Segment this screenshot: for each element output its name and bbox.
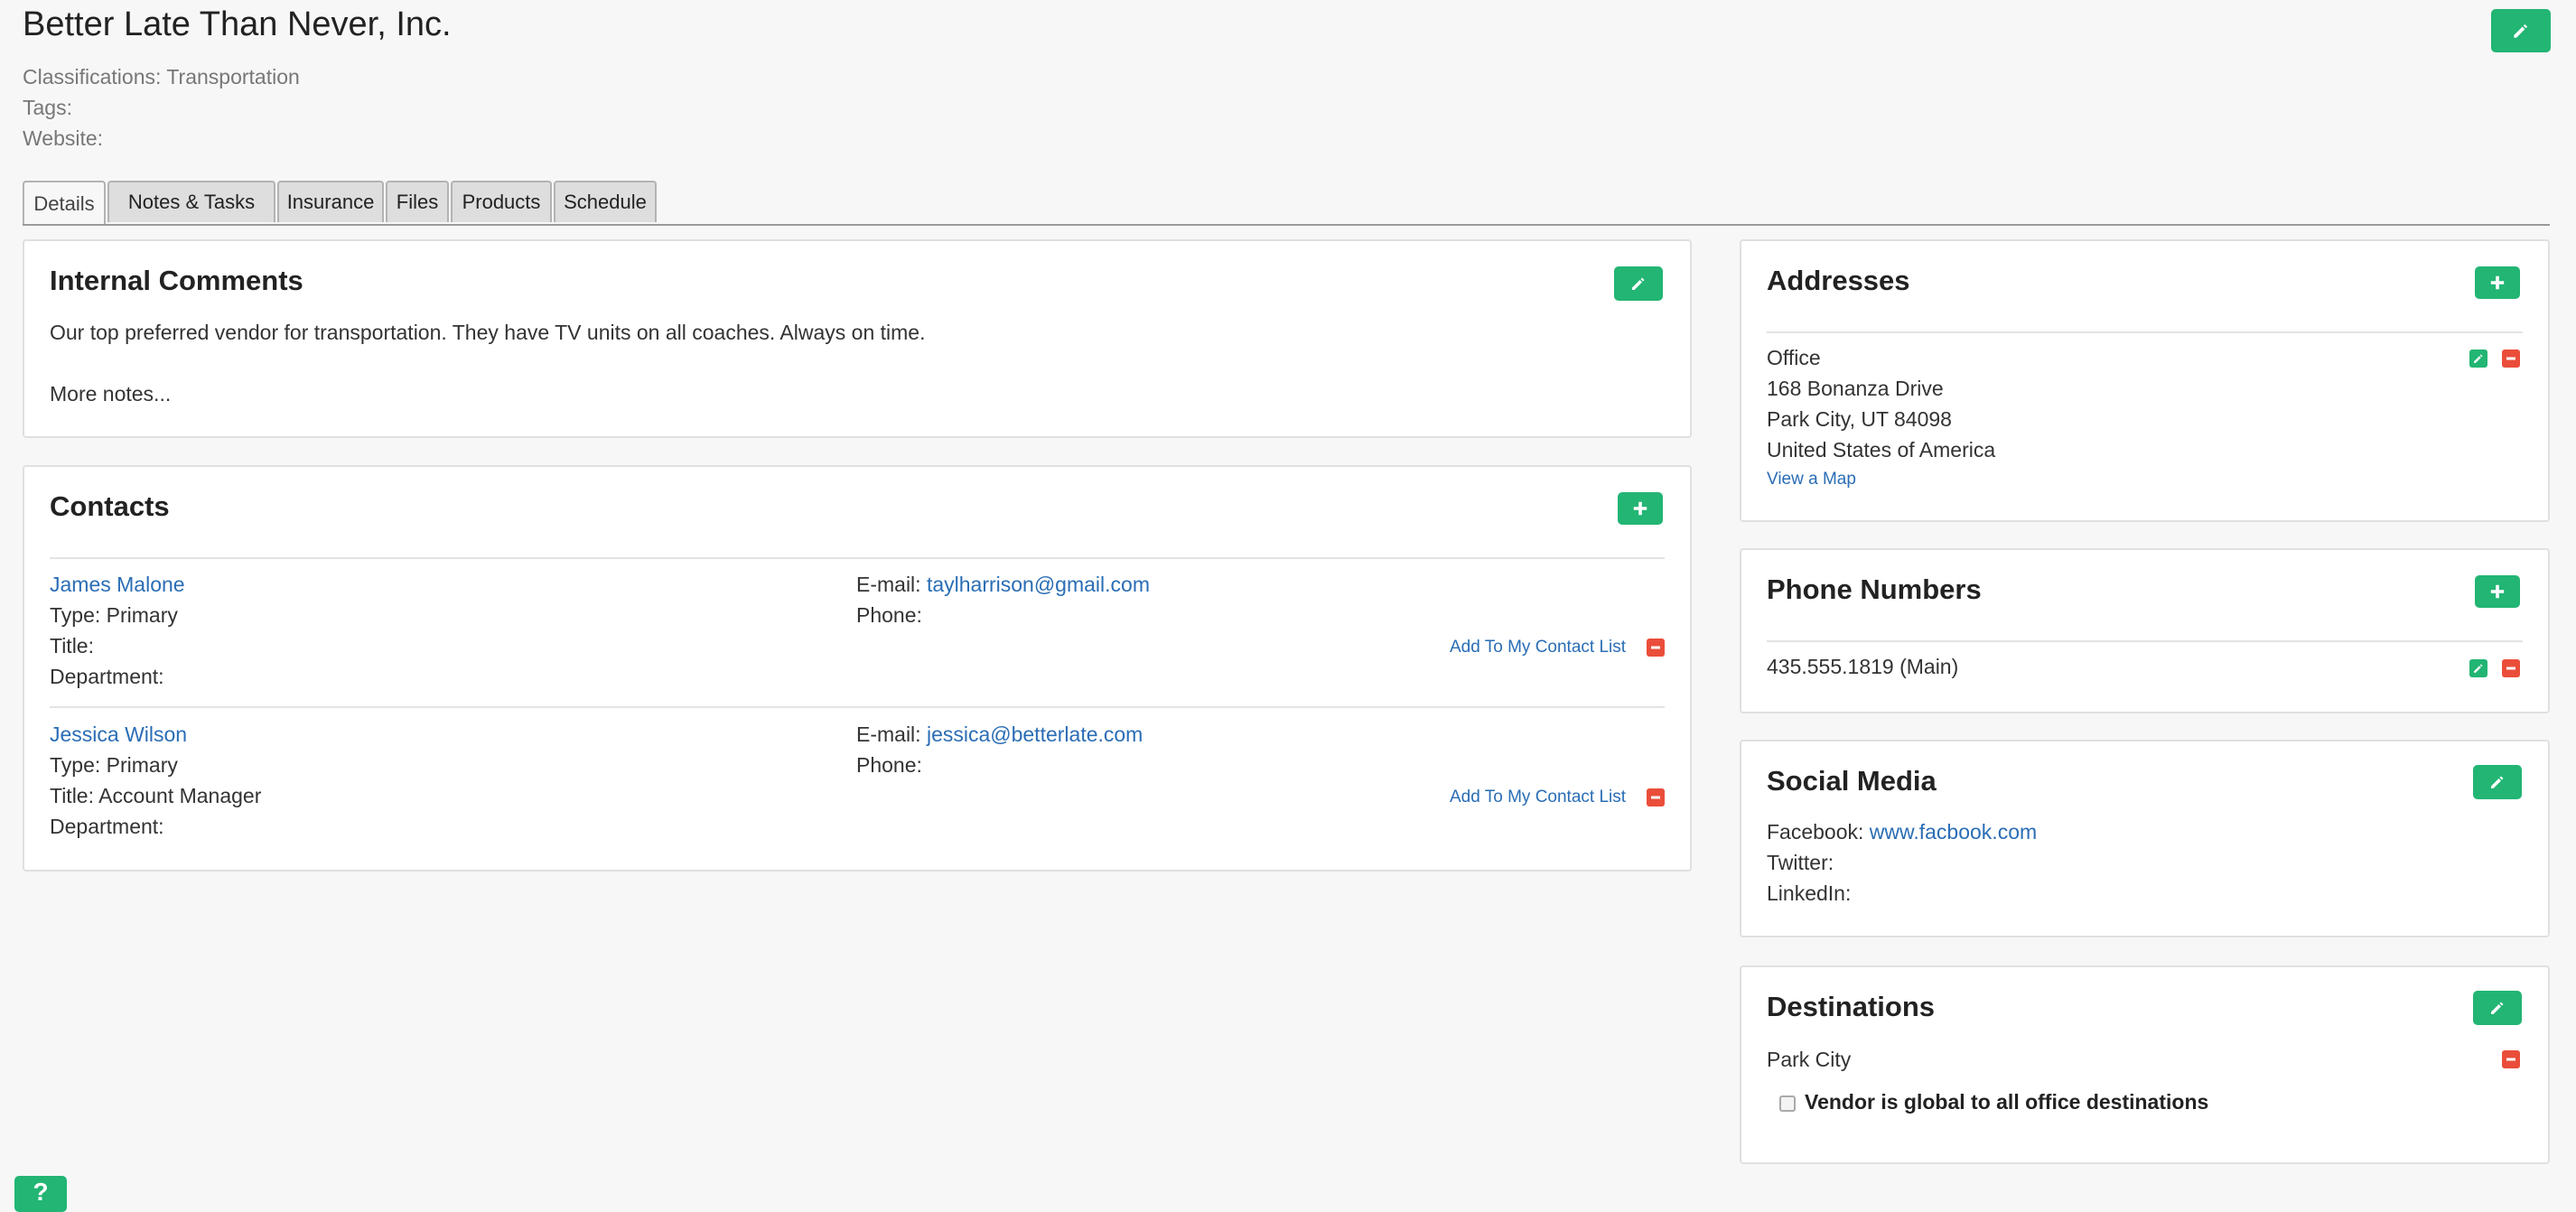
contact-title: Title: [50,634,94,657]
internal-comments-title: Internal Comments [50,265,303,296]
contact-type: Type: Primary [50,753,178,777]
contact-name-link[interactable]: James Malone [50,573,185,597]
pencil-icon [2491,1002,2504,1014]
add-contact-button[interactable] [1618,492,1663,525]
pencil-icon [1632,277,1645,290]
tab-divider [23,224,2550,226]
email-label: E-mail: [856,723,921,746]
contact-title: Title: Account Manager [50,784,262,807]
tab-schedule[interactable]: Schedule [554,181,657,222]
contact-email-link[interactable]: jessica@betterlate.com [927,723,1143,746]
facebook-label: Facebook: [1767,820,1864,844]
add-to-contact-list-link[interactable]: Add To My Contact List [1450,788,1626,807]
help-button[interactable]: ? [14,1176,67,1212]
contact-department: Department: [50,665,164,688]
remove-phone-button[interactable] [2502,659,2520,677]
global-vendor-checkbox[interactable] [1779,1095,1796,1112]
minus-icon [2506,357,2515,360]
page-title: Better Late Than Never, Inc. [23,5,452,43]
address-country: United States of America [1767,438,1996,461]
contacts-divider [50,557,1665,559]
minus-icon [2506,667,2515,670]
linkedin-label: LinkedIn: [1767,881,1852,905]
plus-icon [2490,584,2505,599]
internal-comments-panel: Internal Comments Our top preferred vend… [23,239,1692,438]
twitter-label: Twitter: [1767,851,1834,874]
contact-email-row: E-mail: taylharrison@gmail.com [856,573,1150,597]
pencil-icon [2474,664,2483,673]
plus-icon [1633,501,1647,516]
contact-name-link[interactable]: Jessica Wilson [50,723,187,747]
pencil-icon [2474,354,2483,363]
pencil-icon [2491,776,2504,788]
facebook-link[interactable]: www.facbook.com [1870,820,2037,844]
pencil-icon [2514,23,2528,38]
phones-divider [1767,640,2523,642]
destination-item: Park City [1767,1048,1852,1071]
phone-numbers-panel: Phone Numbers 435.555.1819 (Main) [1740,548,2550,713]
contact-type: Type: Primary [50,603,178,627]
tab-files[interactable]: Files [386,181,449,222]
contacts-title: Contacts [50,490,170,522]
edit-company-button[interactable] [2491,9,2551,52]
remove-destination-button[interactable] [2502,1050,2520,1068]
classifications-text: Classifications: Transportation [23,65,300,89]
addresses-divider [1767,331,2523,333]
global-vendor-label: Vendor is global to all office destinati… [1805,1090,2209,1114]
contact-department: Department: [50,815,164,838]
edit-phone-button[interactable] [2469,659,2487,677]
contact-phone-label: Phone: [856,603,922,627]
minus-icon [2506,1058,2515,1061]
contact-phone-label: Phone: [856,753,922,777]
remove-contact-button[interactable] [1647,639,1665,657]
tab-products[interactable]: Products [451,181,552,222]
edit-comments-button[interactable] [1614,266,1663,301]
destinations-panel: Destinations Park City Vendor is global … [1740,965,2550,1164]
email-label: E-mail: [856,573,921,596]
add-to-contact-list-link[interactable]: Add To My Contact List [1450,638,1626,657]
address-label: Office [1767,346,1821,369]
edit-address-button[interactable] [2469,350,2487,368]
comment-line-1: Our top preferred vendor for transportat… [50,321,926,344]
social-media-title: Social Media [1767,765,1937,797]
add-phone-button[interactable] [2475,575,2520,608]
website-text: Website: [23,126,104,150]
address-street: 168 Bonanza Drive [1767,377,1944,400]
add-address-button[interactable] [2475,266,2520,299]
tab-details[interactable]: Details [23,181,106,226]
contacts-panel: Contacts James Malone Type: Primary Titl… [23,465,1692,872]
edit-destinations-button[interactable] [2473,991,2522,1025]
edit-social-button[interactable] [2473,765,2522,799]
contact-separator [50,706,1665,708]
comment-line-2: More notes... [50,382,172,406]
view-map-link[interactable]: View a Map [1767,470,1856,489]
minus-icon [1651,796,1660,799]
address-city: Park City, UT 84098 [1767,407,1952,431]
minus-icon [1651,646,1660,649]
tags-text: Tags: [23,96,72,119]
contact-email-link[interactable]: taylharrison@gmail.com [927,573,1150,596]
facebook-row: Facebook: www.facbook.com [1767,820,2037,844]
phone-numbers-title: Phone Numbers [1767,573,1982,605]
remove-address-button[interactable] [2502,350,2520,368]
remove-contact-button[interactable] [1647,788,1665,806]
addresses-panel: Addresses Office 168 Bonanza Drive Park … [1740,239,2550,522]
contact-email-row: E-mail: jessica@betterlate.com [856,723,1143,747]
tab-notes-tasks[interactable]: Notes & Tasks [107,181,275,222]
addresses-title: Addresses [1767,265,1910,296]
social-media-panel: Social Media Facebook: www.facbook.com T… [1740,740,2550,937]
phone-number-main: 435.555.1819 (Main) [1767,655,1959,678]
tab-insurance[interactable]: Insurance [277,181,384,222]
plus-icon [2490,275,2505,290]
destinations-title: Destinations [1767,991,1936,1022]
